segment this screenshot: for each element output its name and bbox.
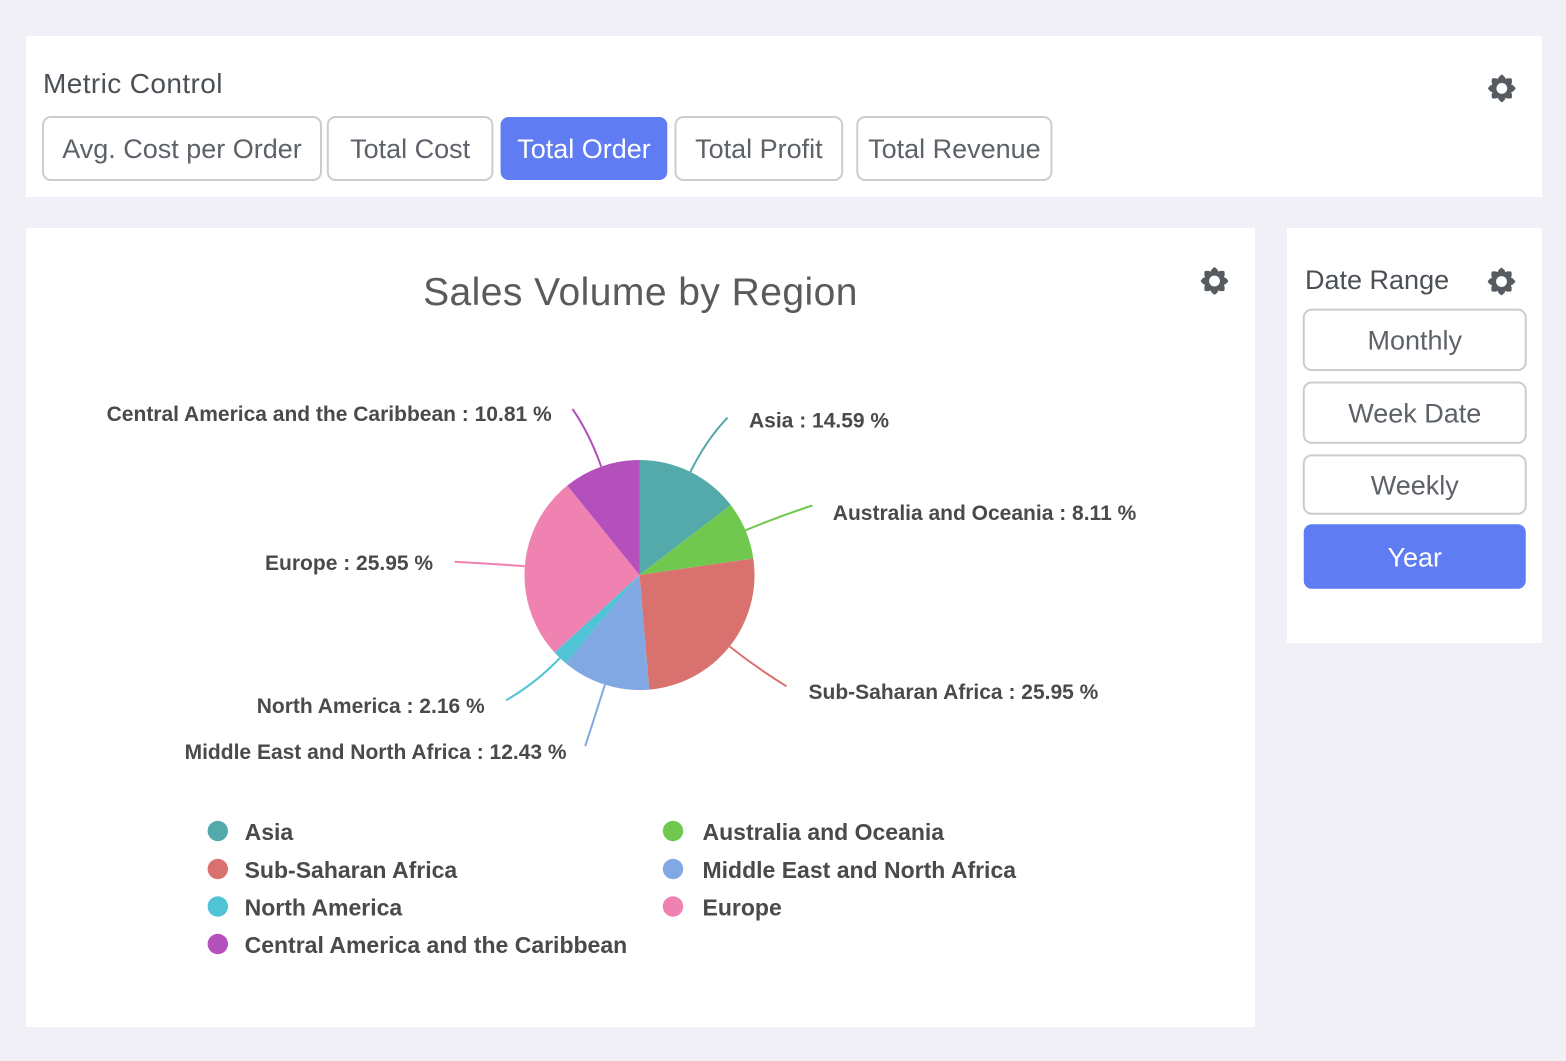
svg-text:Europe: Europe <box>703 895 782 921</box>
svg-text:North America : 2.16 %: North America : 2.16 % <box>257 695 485 718</box>
svg-text:Total Revenue: Total Revenue <box>868 134 1041 164</box>
svg-text:Central America and the Caribb: Central America and the Caribbean <box>245 932 628 958</box>
svg-text:Date Range: Date Range <box>1305 265 1449 295</box>
svg-text:Australia and Oceania : 8.11 %: Australia and Oceania : 8.11 % <box>833 502 1137 525</box>
svg-text:Australia and Oceania: Australia and Oceania <box>703 819 945 845</box>
svg-text:Central America and the Caribb: Central America and the Caribbean : 10.8… <box>107 403 552 426</box>
svg-text:Metric Control: Metric Control <box>43 68 223 99</box>
svg-text:Total Cost: Total Cost <box>350 134 471 164</box>
svg-text:Asia: Asia <box>245 819 294 845</box>
svg-text:Asia : 14.59 %: Asia : 14.59 % <box>749 410 889 433</box>
svg-text:Sales Volume by Region: Sales Volume by Region <box>423 271 858 314</box>
svg-text:Middle East and North Africa :: Middle East and North Africa : 12.43 % <box>185 741 567 764</box>
svg-text:Total Profit: Total Profit <box>695 134 823 164</box>
svg-text:North America: North America <box>245 895 403 921</box>
svg-text:Year: Year <box>1387 542 1442 572</box>
svg-text:Middle East and North Africa: Middle East and North Africa <box>703 857 1017 883</box>
svg-text:Sub-Saharan Africa : 25.95 %: Sub-Saharan Africa : 25.95 % <box>809 681 1099 704</box>
svg-text:Total Order: Total Order <box>517 134 651 164</box>
svg-text:Avg. Cost per Order: Avg. Cost per Order <box>62 134 302 164</box>
svg-text:Europe : 25.95 %: Europe : 25.95 % <box>265 552 433 575</box>
svg-text:Weekly: Weekly <box>1371 470 1460 500</box>
svg-text:Monthly: Monthly <box>1367 326 1462 356</box>
svg-text:Week Date: Week Date <box>1348 399 1481 429</box>
svg-text:Sub-Saharan Africa: Sub-Saharan Africa <box>245 857 458 883</box>
